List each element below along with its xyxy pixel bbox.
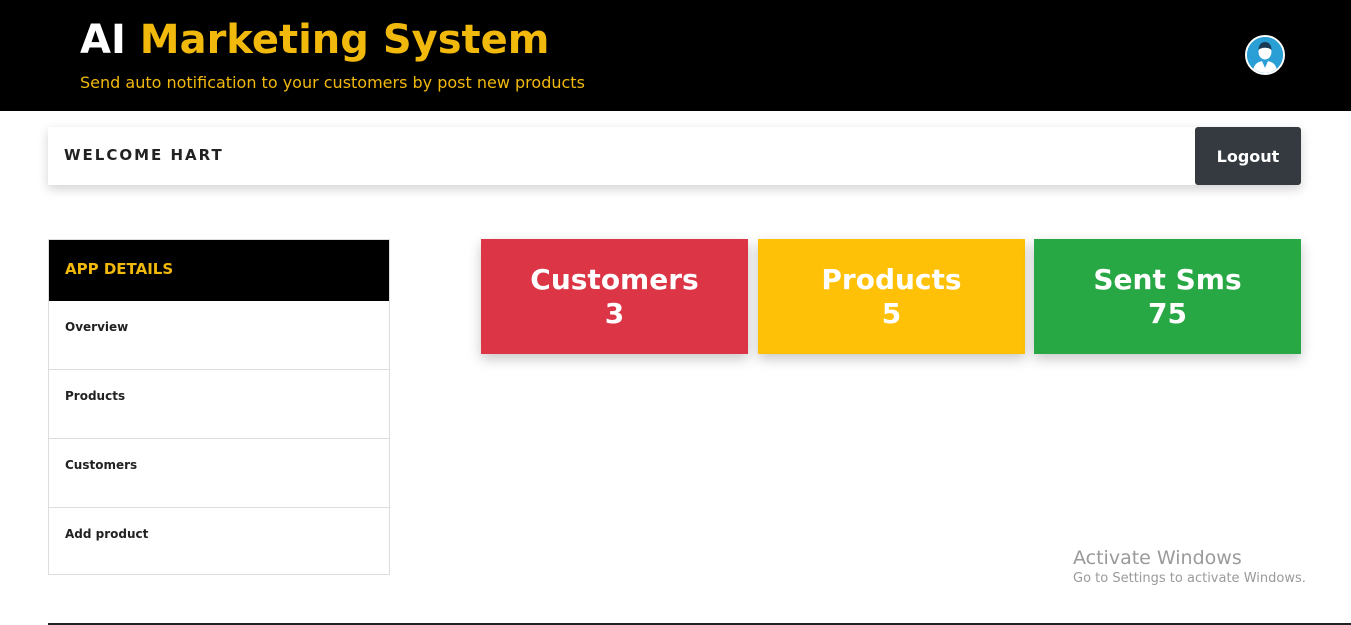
app-title-marketing-system: Marketing System [139, 17, 550, 63]
app-title-ai: AI [80, 17, 126, 63]
stat-label-products: Products [821, 263, 962, 296]
app-title: AI Marketing System [80, 16, 549, 64]
activate-windows-watermark: Activate Windows Go to Settings to activ… [1073, 546, 1306, 588]
sidebar-item-add-product[interactable]: Add product [49, 508, 389, 576]
stat-value-sent-sms: 75 [1148, 297, 1187, 330]
sidebar-item-overview[interactable]: Overview [49, 301, 389, 370]
app-header: AI Marketing System Send auto notificati… [0, 0, 1351, 111]
watermark-title: Activate Windows [1073, 547, 1242, 569]
sidebar: APP DETAILS Overview Products Customers … [48, 239, 390, 575]
sidebar-header: APP DETAILS [49, 240, 389, 301]
welcome-message: WELCOME HART [64, 146, 224, 164]
logout-button[interactable]: Logout [1195, 127, 1301, 185]
stat-card-products: Products 5 [758, 239, 1025, 354]
sidebar-item-products[interactable]: Products [49, 370, 389, 439]
welcome-bar: WELCOME HART Logout [48, 127, 1301, 185]
avatar-figure-icon [1247, 37, 1283, 73]
stat-label-sent-sms: Sent Sms [1093, 263, 1242, 296]
stat-card-customers: Customers 3 [481, 239, 748, 354]
stat-label-customers: Customers [530, 263, 699, 296]
stat-card-sent-sms: Sent Sms 75 [1034, 239, 1301, 354]
app-subtitle: Send auto notification to your customers… [80, 73, 585, 92]
stat-value-products: 5 [881, 297, 902, 330]
user-avatar-icon[interactable] [1245, 35, 1285, 75]
stat-value-customers: 3 [604, 297, 625, 330]
sidebar-item-customers[interactable]: Customers [49, 439, 389, 508]
watermark-subtitle: Go to Settings to activate Windows. [1073, 571, 1306, 586]
